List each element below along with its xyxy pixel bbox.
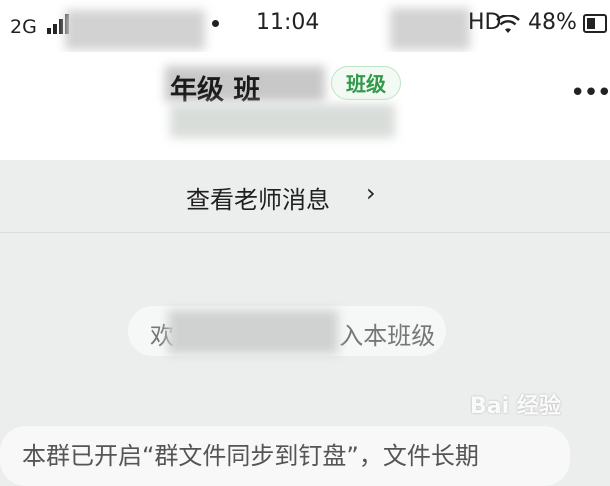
battery-fill: [587, 18, 595, 29]
notification-dot-icon: [212, 20, 219, 27]
system-message-end: 入本班级: [339, 322, 436, 350]
blurred-status: [390, 8, 470, 50]
more-dots-icon[interactable]: •••: [570, 78, 610, 108]
status-time: 11:04: [256, 10, 320, 35]
blurred-username: [168, 310, 338, 354]
view-teacher-messages-link[interactable]: 查看老师消息: [186, 180, 330, 215]
blurred-subtitle: [170, 104, 395, 138]
battery-icon: [583, 14, 607, 33]
blurred-carrier: [65, 10, 205, 50]
notice-text: 本群已开启“群文件同步到钉盘”，文件长期: [22, 442, 479, 470]
chevron-right-icon: ›: [366, 179, 376, 207]
status-bar: 2G 11:04 HD 48%: [0, 0, 610, 52]
network-type: 2G: [10, 16, 37, 38]
battery-percent: 48%: [528, 10, 577, 35]
wifi-icon: [496, 15, 520, 33]
baidu-watermark: Bai 经验: [470, 394, 561, 419]
group-title: 年级 班: [170, 75, 261, 106]
class-badge: 班级: [331, 66, 401, 100]
